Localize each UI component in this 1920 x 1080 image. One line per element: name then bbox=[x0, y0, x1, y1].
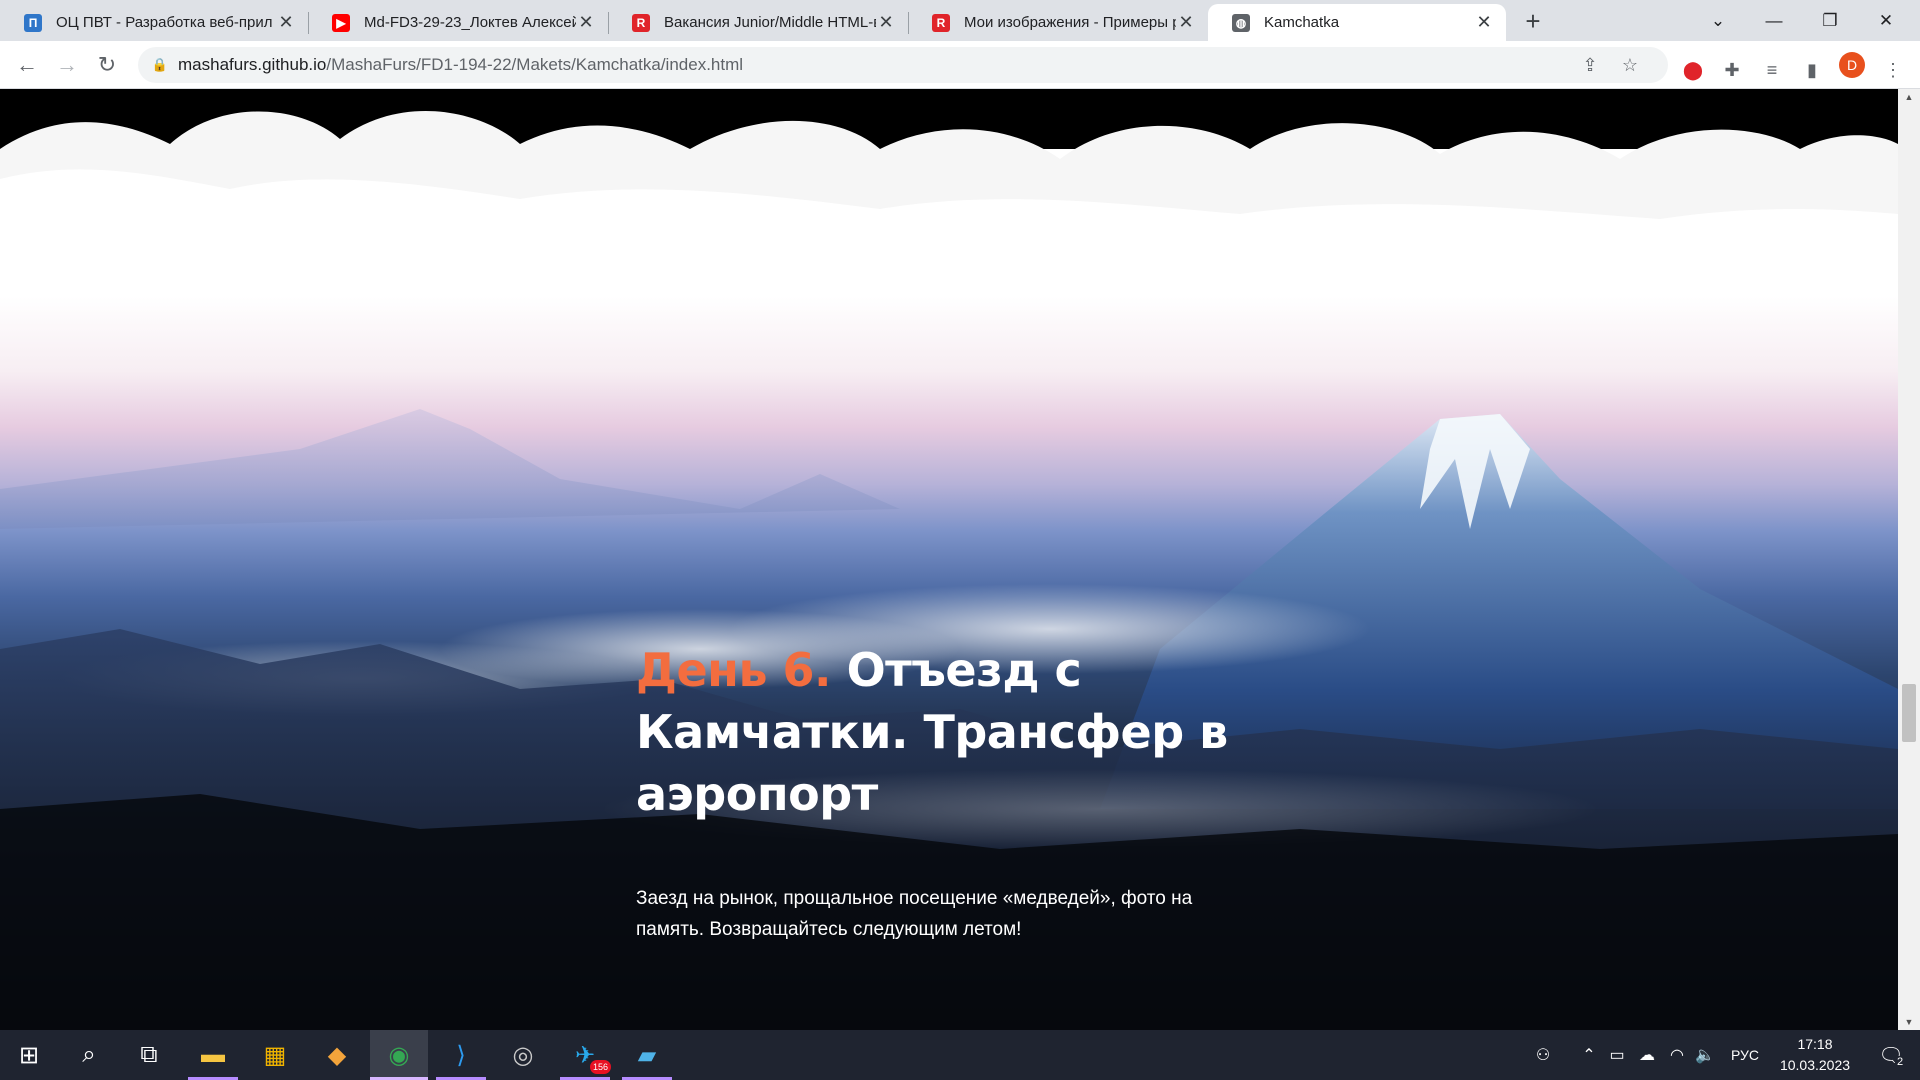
vscode-icon[interactable]: ⟩ bbox=[432, 1030, 490, 1080]
windows-taskbar: ⊞ ⌕ ⧉ ▬ ▦ ◆ ◉ ⟩ ◎ ✈ 156 ▰ ⚇ ⌃ ▭ ☁ ◠ 🔈 РУС… bbox=[0, 1030, 1920, 1080]
profile-avatar[interactable]: D bbox=[1839, 52, 1865, 78]
day-section: День 6. Отъезд с Камчатки. Трансфер в аэ… bbox=[636, 639, 1256, 945]
battery-icon[interactable]: ▭ bbox=[1606, 1044, 1628, 1066]
globe-icon: ◍ bbox=[1232, 13, 1250, 32]
telegram-unread-badge: 156 bbox=[590, 1060, 612, 1074]
search-icon[interactable]: ⌕ bbox=[60, 1030, 118, 1080]
tab-title: ОЦ ПВТ - Разработка веб-прил bbox=[56, 14, 273, 31]
address-bar[interactable]: 🔒 mashafurs.github.io/MashaFurs/FD1-194-… bbox=[138, 47, 1668, 83]
share-icon[interactable]: ⇪ bbox=[1578, 53, 1602, 77]
network-error-icon[interactable]: ☁ bbox=[1636, 1044, 1658, 1066]
page-scrollbar[interactable]: ▲ ▼ bbox=[1898, 89, 1920, 1030]
tab-title: Мои изображения - Примеры р bbox=[964, 14, 1176, 31]
clock-time: 17:18 bbox=[1797, 1036, 1833, 1052]
back-icon[interactable]: ← bbox=[11, 49, 43, 81]
day-description: Заезд на рынок, прощальное посещение «ме… bbox=[636, 888, 1193, 940]
scroll-thumb[interactable] bbox=[1902, 684, 1916, 742]
tab-vacancy[interactable]: R Вакансия Junior/Middle HTML-в ✕ bbox=[608, 4, 908, 41]
extensions-icon[interactable]: ✚ bbox=[1719, 57, 1745, 83]
tab-strip: П ОЦ ПВТ - Разработка веб-прил ✕ ▶ Md-FD… bbox=[0, 0, 1920, 41]
r-icon: R bbox=[932, 13, 950, 32]
tab-search-icon[interactable]: ⌄ bbox=[1690, 0, 1746, 41]
people-icon[interactable]: ⚇ bbox=[1532, 1044, 1554, 1066]
minimize-button[interactable]: — bbox=[1746, 0, 1802, 41]
task-view-icon[interactable]: ⧉ bbox=[120, 1030, 178, 1080]
top-clouds bbox=[0, 89, 1898, 279]
tab-title: Вакансия Junior/Middle HTML-в bbox=[664, 14, 876, 31]
close-tab-icon[interactable]: ✕ bbox=[1474, 12, 1494, 33]
forward-icon[interactable]: → bbox=[51, 49, 83, 81]
url-path: /MashaFurs/FD1-194-22/Makets/Kamchatka/i… bbox=[326, 55, 744, 74]
volume-icon[interactable]: 🔈 bbox=[1694, 1044, 1716, 1066]
lock-icon[interactable]: 🔒 bbox=[152, 57, 168, 73]
day-number-label: День 6. bbox=[636, 643, 832, 697]
opera-extension-icon[interactable]: ⬤ bbox=[1680, 57, 1706, 83]
bookmark-star-icon[interactable]: ☆ bbox=[1618, 53, 1642, 77]
r-icon: R bbox=[632, 13, 650, 32]
tab-kamchatka[interactable]: ◍ Kamchatka ✕ bbox=[1208, 4, 1506, 41]
side-panel-icon[interactable]: ▮ bbox=[1799, 57, 1825, 83]
app-eye-icon[interactable]: ◎ bbox=[494, 1030, 552, 1080]
telegram-icon[interactable]: ✈ 156 bbox=[556, 1030, 614, 1080]
tab-ocpvt[interactable]: П ОЦ ПВТ - Разработка веб-прил ✕ bbox=[0, 4, 308, 41]
reload-icon[interactable]: ↻ bbox=[91, 49, 123, 81]
paint-app-icon[interactable]: ▰ bbox=[618, 1030, 676, 1080]
tab-images[interactable]: R Мои изображения - Примеры р ✕ bbox=[908, 4, 1208, 41]
tab-youtube[interactable]: ▶ Md-FD3-29-23_Локтев Алексей ✕ bbox=[308, 4, 608, 41]
day-heading: День 6. Отъезд с Камчатки. Трансфер в аэ… bbox=[636, 639, 1256, 825]
chrome-icon[interactable]: ◉ bbox=[370, 1030, 428, 1080]
url-host: mashafurs.github.io bbox=[178, 55, 327, 74]
language-indicator[interactable]: РУС bbox=[1731, 1030, 1759, 1080]
tab-title: Kamchatka bbox=[1264, 14, 1340, 31]
close-tab-icon[interactable]: ✕ bbox=[1176, 12, 1196, 33]
tab-title: Md-FD3-29-23_Локтев Алексей bbox=[364, 14, 576, 31]
clock-date: 10.03.2023 bbox=[1779, 1057, 1851, 1073]
notification-center-icon[interactable]: 🗨 2 bbox=[1868, 1030, 1914, 1080]
wifi-icon[interactable]: ◠ bbox=[1666, 1044, 1688, 1066]
browser-toolbar: ← → ↻ 🔒 mashafurs.github.io/MashaFurs/FD… bbox=[0, 41, 1920, 89]
scroll-up-arrow[interactable]: ▲ bbox=[1898, 89, 1920, 105]
close-tab-icon[interactable]: ✕ bbox=[876, 12, 896, 33]
close-window-button[interactable]: ✕ bbox=[1858, 0, 1914, 41]
microsoft-store-icon[interactable]: ▦ bbox=[246, 1030, 304, 1080]
new-tab-button[interactable]: + bbox=[1518, 6, 1548, 36]
close-tab-icon[interactable]: ✕ bbox=[276, 12, 296, 33]
youtube-icon: ▶ bbox=[332, 13, 350, 32]
show-hidden-icons-icon[interactable]: ⌃ bbox=[1578, 1044, 1600, 1066]
scroll-down-arrow[interactable]: ▼ bbox=[1898, 1014, 1920, 1030]
url-text[interactable]: mashafurs.github.io/MashaFurs/FD1-194-22… bbox=[178, 55, 743, 75]
windows-start-icon[interactable]: ⊞ bbox=[0, 1030, 58, 1080]
file-explorer-icon[interactable]: ▬ bbox=[184, 1030, 242, 1080]
git-client-icon[interactable]: ◆ bbox=[308, 1030, 366, 1080]
restore-button[interactable]: ❐ bbox=[1802, 0, 1858, 41]
system-clock[interactable]: 17:18 10.03.2023 bbox=[1770, 1034, 1860, 1076]
close-tab-icon[interactable]: ✕ bbox=[576, 12, 596, 33]
menu-icon[interactable]: ⋮ bbox=[1880, 57, 1906, 83]
notification-count: 2 bbox=[1895, 1056, 1906, 1068]
media-control-icon[interactable]: ≡ bbox=[1759, 57, 1785, 83]
ocpvt-icon: П bbox=[24, 13, 42, 32]
page-viewport: День 6. Отъезд с Камчатки. Трансфер в аэ… bbox=[0, 89, 1898, 1030]
